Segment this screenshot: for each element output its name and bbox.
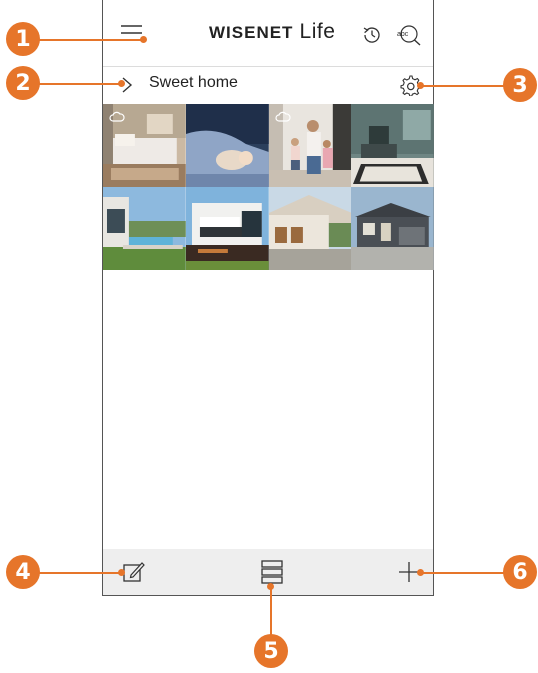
text-search-icon[interactable]: abc — [395, 23, 423, 47]
callout-dot — [267, 583, 274, 590]
camera-grid — [103, 104, 434, 270]
callout-line — [38, 83, 122, 85]
callout-badge: 3 — [503, 68, 537, 102]
callout-dot — [140, 36, 147, 43]
callout-badge: 2 — [6, 66, 40, 100]
callout-dot — [118, 80, 125, 87]
camera-tile[interactable] — [268, 187, 352, 270]
callout-badge: 6 — [503, 555, 537, 589]
brand-name: Life — [299, 20, 336, 43]
callout-line — [270, 586, 272, 636]
app-logo: WISENET Life — [209, 20, 335, 44]
callout-badge: 4 — [6, 555, 40, 589]
camera-tile[interactable] — [351, 187, 434, 270]
callout-line — [38, 39, 144, 41]
callout-line — [420, 572, 510, 574]
list-layout-icon[interactable] — [259, 558, 285, 586]
camera-tile[interactable] — [268, 104, 352, 187]
camera-tile[interactable] — [103, 187, 186, 270]
app-screen: WISENET Life abc Sweet home — [102, 0, 434, 596]
callout-dot — [417, 82, 424, 89]
callout-line — [420, 85, 508, 87]
top-bar: WISENET Life abc — [103, 0, 433, 67]
home-title[interactable]: Sweet home — [149, 74, 238, 92]
callout-badge: 5 — [254, 634, 288, 668]
home-selector[interactable]: Sweet home — [103, 66, 433, 104]
callout-badge: 1 — [6, 22, 40, 56]
camera-tile[interactable] — [351, 104, 434, 187]
callout-line — [38, 572, 122, 574]
history-icon[interactable] — [361, 24, 383, 46]
callout-dot — [118, 569, 125, 576]
camera-tile[interactable] — [185, 104, 269, 187]
cloud-icon — [274, 110, 291, 128]
camera-tile[interactable] — [103, 104, 186, 187]
svg-text:abc: abc — [397, 31, 409, 38]
callout-dot — [417, 569, 424, 576]
camera-tile[interactable] — [185, 187, 269, 270]
cloud-icon — [109, 110, 125, 128]
brand-wordmark: WISENET — [209, 23, 294, 42]
